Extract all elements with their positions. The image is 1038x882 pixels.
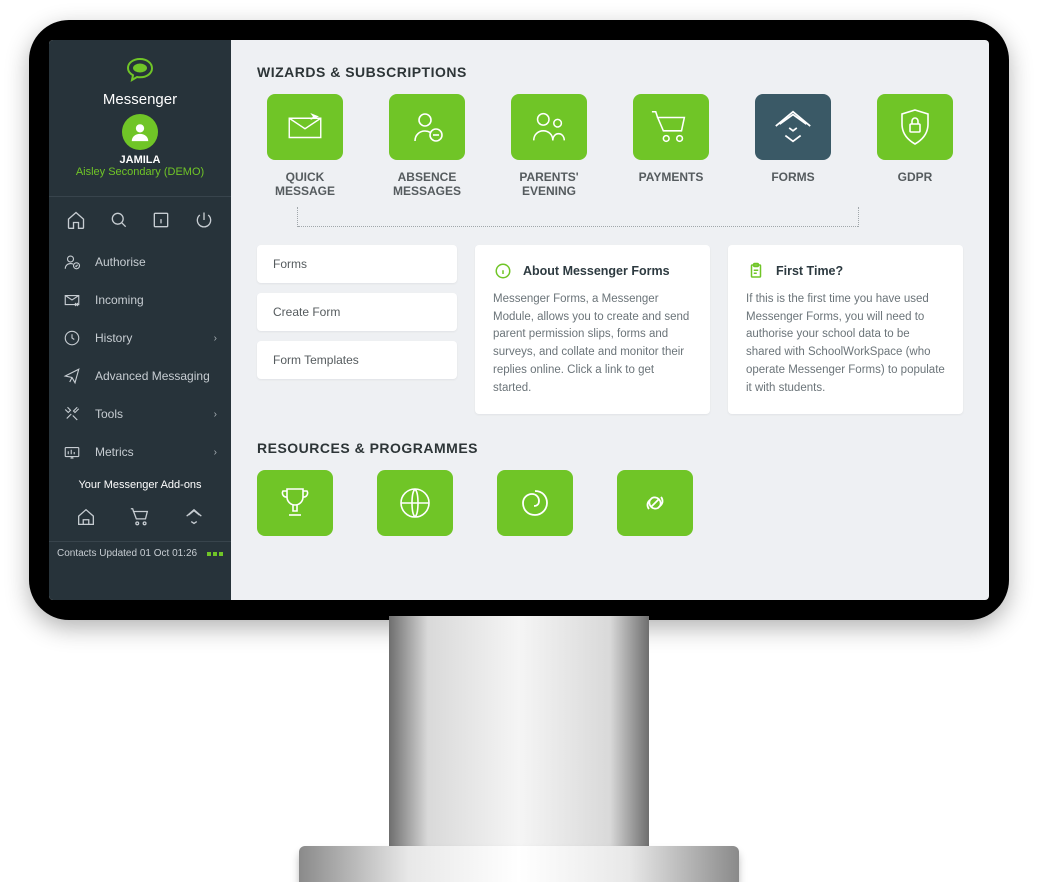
cart-icon: [650, 107, 692, 147]
addon-home-icon[interactable]: [72, 503, 100, 531]
wizard-label: ABSENCE MESSAGES: [393, 170, 461, 199]
people-icon: [528, 107, 570, 147]
nav-authorise[interactable]: Authorise: [49, 243, 231, 281]
nav-tools[interactable]: Tools ›: [49, 395, 231, 433]
user-check-icon: [63, 253, 83, 271]
resource-globe[interactable]: [377, 470, 453, 536]
section-title-wizards: WIZARDS & SUBSCRIPTIONS: [257, 64, 963, 80]
nav-label: Tools: [95, 407, 123, 421]
nav-incoming[interactable]: Incoming: [49, 281, 231, 319]
clock-icon: [63, 329, 83, 347]
avatar[interactable]: [122, 114, 158, 150]
wizard-label: PAYMENTS: [639, 170, 704, 184]
nav-metrics[interactable]: Metrics ›: [49, 433, 231, 471]
swirl-icon: [515, 483, 555, 523]
home-icon[interactable]: [61, 205, 91, 235]
wizard-payments[interactable]: PAYMENTS: [623, 94, 719, 199]
resource-blog[interactable]: [497, 470, 573, 536]
nav-advanced-messaging[interactable]: Advanced Messaging: [49, 357, 231, 395]
card-body: If this is the first time you have used …: [746, 291, 945, 398]
resource-awards[interactable]: [257, 470, 333, 536]
wizard-label: GDPR: [898, 170, 933, 184]
user-name: JAMILA: [49, 154, 231, 166]
wizard-gdpr[interactable]: GDPR: [867, 94, 963, 199]
monitor-mockup: Messenger JAMILA Aisley Secondary (DEMO)…: [29, 20, 1009, 620]
wizard-quick-message[interactable]: QUICK MESSAGE: [257, 94, 353, 199]
status-text: Contacts Updated 01 Oct 01:26: [57, 548, 197, 559]
wizard-absence-messages[interactable]: ABSENCE MESSAGES: [379, 94, 475, 199]
card-body: Messenger Forms, a Messenger Module, all…: [493, 291, 692, 398]
power-icon[interactable]: [189, 205, 219, 235]
nav-label: History: [95, 331, 132, 345]
app-name: Messenger: [49, 91, 231, 108]
wizard-forms[interactable]: FORMS: [745, 94, 841, 199]
sidebar: Messenger JAMILA Aisley Secondary (DEMO)…: [49, 40, 231, 600]
chevron-right-icon: ›: [214, 333, 217, 344]
wizard-parents-evening[interactable]: PARENTS' EVENING: [501, 94, 597, 199]
chart-icon: [63, 443, 83, 461]
trophy-icon: [275, 483, 315, 523]
tools-icon: [63, 405, 83, 423]
card-title: About Messenger Forms: [523, 264, 670, 278]
nav-label: Advanced Messaging: [95, 369, 210, 383]
nav-label: Authorise: [95, 255, 146, 269]
incoming-icon: [63, 291, 83, 309]
wizard-label: PARENTS' EVENING: [519, 170, 578, 199]
wizard-label: FORMS: [771, 170, 814, 184]
chevron-right-icon: ›: [214, 409, 217, 420]
wizard-label: QUICK MESSAGE: [275, 170, 335, 199]
link-form-templates[interactable]: Form Templates: [257, 341, 457, 379]
connector-line: [297, 207, 963, 227]
send-icon: [63, 367, 83, 385]
resource-link[interactable]: [617, 470, 693, 536]
addon-cart-icon[interactable]: [126, 503, 154, 531]
card-first-time: First Time? If this is the first time yo…: [728, 245, 963, 414]
section-title-resources: RESOURCES & PROGRAMMES: [257, 440, 963, 456]
link-forms[interactable]: Forms: [257, 245, 457, 283]
card-title: First Time?: [776, 264, 843, 278]
nav-label: Incoming: [95, 293, 144, 307]
monitor-stand: [389, 616, 649, 856]
nav-history[interactable]: History ›: [49, 319, 231, 357]
shield-lock-icon: [896, 106, 934, 148]
app-logo-icon: [125, 58, 155, 84]
user-minus-icon: [407, 107, 447, 147]
school-name: Aisley Secondary (DEMO): [49, 166, 231, 178]
card-about: About Messenger Forms Messenger Forms, a…: [475, 245, 710, 414]
info-icon[interactable]: [146, 205, 176, 235]
link-create-form[interactable]: Create Form: [257, 293, 457, 331]
globe-icon: [395, 483, 435, 523]
addon-forms-icon[interactable]: [180, 503, 208, 531]
forms-house-icon: [771, 106, 815, 148]
link-icon: [635, 483, 675, 523]
clipboard-icon: [746, 261, 766, 281]
chevron-right-icon: ›: [214, 447, 217, 458]
search-icon[interactable]: [104, 205, 134, 235]
addons-heading: Your Messenger Add-ons: [49, 471, 231, 499]
envelope-send-icon: [284, 108, 326, 146]
nav-label: Metrics: [95, 445, 134, 459]
info-circle-icon: [493, 261, 513, 281]
main-content: WIZARDS & SUBSCRIPTIONS QUICK MESSAGE AB…: [231, 40, 989, 600]
status-indicator-icon: [207, 552, 223, 556]
